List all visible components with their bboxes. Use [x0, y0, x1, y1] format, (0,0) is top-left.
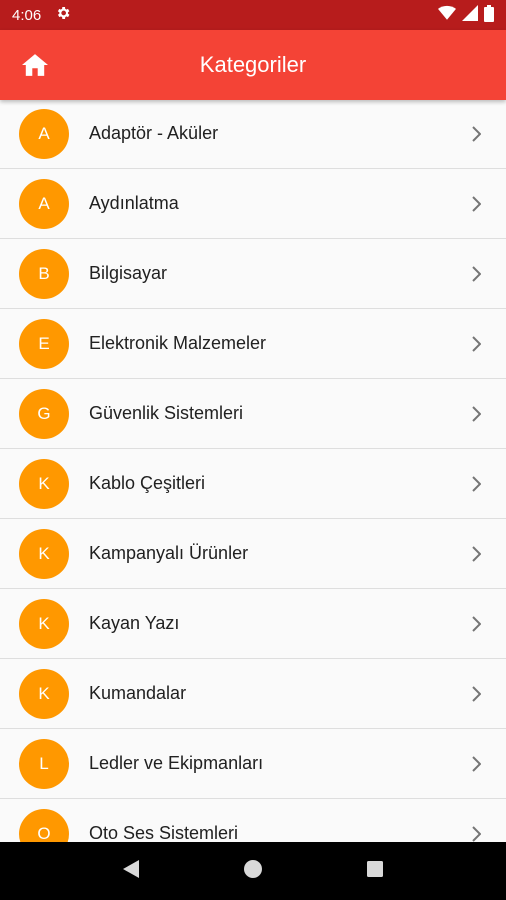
home-icon [22, 54, 48, 76]
category-label: Adaptör - Aküler [89, 123, 219, 143]
category-row[interactable]: A Adaptör - Aküler [0, 99, 506, 169]
battery-icon [484, 4, 494, 26]
app-bar: Kategoriler [0, 30, 506, 100]
back-button[interactable] [122, 859, 140, 884]
cell-signal-icon [462, 5, 478, 25]
category-label: Oto Ses Sistemleri [89, 823, 239, 842]
category-avatar: E [19, 318, 69, 369]
back-triangle-icon [122, 859, 139, 878]
category-avatar: K [19, 598, 69, 649]
category-list: A Adaptör - Aküler A Aydınlatma B Bilgis… [0, 99, 506, 842]
category-avatar: A [19, 108, 69, 159]
chevron-right-icon [446, 195, 506, 212]
chevron-right-icon [446, 545, 506, 562]
category-row[interactable]: B Bilgisayar [0, 239, 506, 309]
category-avatar: K [19, 668, 69, 719]
chevron-right-icon [446, 615, 506, 632]
recents-square-icon [367, 860, 384, 877]
category-label: Kayan Yazı [89, 613, 180, 633]
category-row[interactable]: K Kampanyalı Ürünler [0, 519, 506, 589]
home-circle-icon [243, 859, 262, 878]
category-label: Aydınlatma [89, 193, 179, 213]
category-label: Elektronik Malzemeler [89, 333, 267, 353]
category-avatar: O [19, 808, 69, 842]
category-avatar: G [19, 388, 69, 439]
category-label: Kablo Çeşitleri [89, 473, 206, 493]
category-avatar: B [19, 248, 69, 299]
wifi-icon [438, 5, 456, 25]
category-label: Kampanyalı Ürünler [89, 543, 249, 563]
chevron-right-icon [446, 475, 506, 492]
page-title: Kategoriler [199, 52, 307, 77]
category-avatar: L [19, 738, 69, 789]
home-nav-button[interactable] [243, 859, 263, 884]
status-bar: 4:06 [0, 0, 506, 30]
chevron-right-icon [446, 125, 506, 142]
category-avatar: K [19, 458, 69, 509]
category-row[interactable]: O Oto Ses Sistemleri [0, 799, 506, 842]
category-avatar: A [19, 178, 69, 229]
chevron-right-icon [446, 265, 506, 282]
system-nav-bar [0, 842, 506, 900]
category-label: Güvenlik Sistemleri [89, 403, 244, 423]
status-time: 4:06 [12, 6, 42, 24]
category-label: Ledler ve Ekipmanları [89, 753, 264, 773]
category-row[interactable]: L Ledler ve Ekipmanları [0, 729, 506, 799]
category-row[interactable]: K Kumandalar [0, 659, 506, 729]
chevron-right-icon [446, 825, 506, 842]
category-label: Bilgisayar [89, 263, 168, 283]
chevron-right-icon [446, 335, 506, 352]
category-avatar: K [19, 528, 69, 579]
category-row[interactable]: E Elektronik Malzemeler [0, 309, 506, 379]
category-label: Kumandalar [89, 683, 187, 703]
settings-icon [55, 5, 71, 25]
category-row[interactable]: K Kayan Yazı [0, 589, 506, 659]
chevron-right-icon [446, 755, 506, 772]
category-row[interactable]: K Kablo Çeşitleri [0, 449, 506, 519]
category-row[interactable]: A Aydınlatma [0, 169, 506, 239]
home-button[interactable] [0, 30, 70, 100]
chevron-right-icon [446, 685, 506, 702]
category-row[interactable]: G Güvenlik Sistemleri [0, 379, 506, 449]
recents-button[interactable] [366, 860, 384, 883]
chevron-right-icon [446, 405, 506, 422]
